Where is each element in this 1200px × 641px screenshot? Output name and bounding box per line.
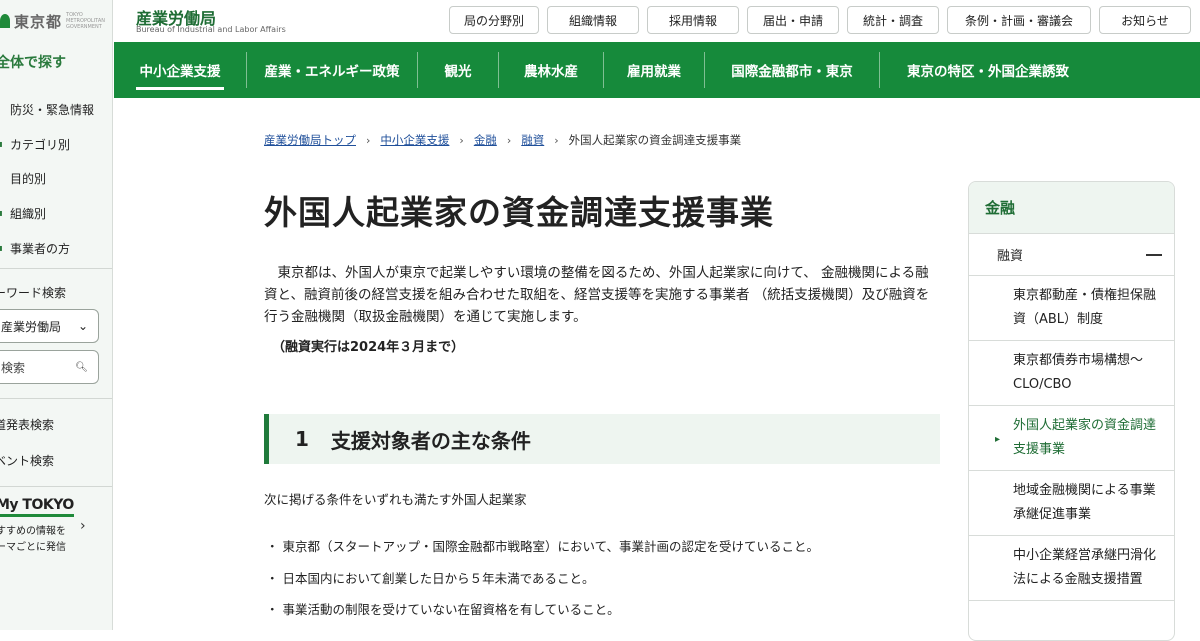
breadcrumb-link-finance[interactable]: 金融 (474, 132, 497, 148)
local-nav-list: 東京都動産・債権担保融資（ABL）制度 東京都債券市場構想～CLO/CBO 外国… (969, 276, 1174, 601)
warning-icon: ! (0, 104, 4, 115)
main-nav-tourism[interactable]: 観光 (418, 42, 498, 98)
chevron-right-icon: › (554, 133, 559, 147)
conditions-list: ・東京都（スタートアップ・国際金融都市戦略室）において、事業計画の認定を受けてい… (266, 536, 819, 631)
category-icon: ▪ (0, 139, 4, 150)
utility-nav-applications[interactable]: 届出・申請 (747, 6, 839, 34)
utility-nav-ordinances[interactable]: 条例・計画・審議会 (947, 6, 1091, 34)
chevron-right-icon[interactable]: › (80, 518, 86, 534)
tokyo-logo-subtext: TOKYO METROPOLITAN GOVERNMENT (66, 12, 105, 30)
mytokyo-description: すすめの情報を ーマごとに発信 (0, 526, 66, 553)
utility-nav-statistics[interactable]: 統計・調査 (847, 6, 939, 34)
mytokyo-title[interactable]: My TOKYO (0, 497, 74, 517)
sidebar-section-title: 全体で探す (0, 55, 66, 71)
utility-nav-fields[interactable]: 局の分野別 (449, 6, 539, 34)
local-nav-item-succession[interactable]: 地域金融機関による事業承継促進事業 (969, 471, 1174, 536)
keyword-search-label: ーワード検索 (0, 286, 67, 300)
local-nav-item-foreign-entrepreneur[interactable]: 外国人起業家の資金調達支援事業 (969, 406, 1174, 471)
main-nav-financial-city[interactable]: 国際金融都市・東京 (705, 42, 879, 98)
sidebar-item-purpose[interactable]: 目的別 (0, 162, 94, 197)
tokyo-logo-icon (0, 14, 10, 28)
org-icon: ▪ (0, 208, 4, 219)
breadcrumb-link-sme[interactable]: 中小企業支援 (380, 132, 449, 148)
event-search-link[interactable]: ベント検索 (0, 452, 54, 469)
section-heading: 1 支援対象者の主な条件 (264, 414, 940, 464)
utility-nav: 局の分野別 組織情報 採用情報 届出・申請 統計・調査 条例・計画・審議会 お知… (449, 6, 1191, 34)
local-nav-subheading[interactable]: 融資 (969, 234, 1174, 276)
chevron-down-icon: ⌄ (77, 319, 88, 333)
sidebar-item-disaster[interactable]: !防災・緊急情報 (0, 92, 94, 127)
lead-note: （融資実行は2024年３月まで） (272, 340, 465, 355)
breadcrumb-current: 外国人起業家の資金調達支援事業 (568, 133, 742, 147)
breadcrumb-link-top[interactable]: 産業労働局トップ (264, 132, 356, 148)
main-nav-employment[interactable]: 雇用就業 (604, 42, 704, 98)
conditions-intro: 次に掲げる条件をいずれも満たす外国人起業家 (264, 492, 527, 507)
sidebar-divider (0, 398, 112, 399)
bureau-select[interactable]: 産業労働局 ⌄ (0, 309, 99, 343)
main-nav-energy-policy[interactable]: 産業・エネルギー政策 (247, 42, 417, 98)
main-nav: 中小企業支援 産業・エネルギー政策 観光 農林水産 雇用就業 国際金融都市・東京… (114, 42, 1200, 98)
local-nav-item-succession-law[interactable]: 中小企業経営承継円滑化法による金融支援措置 (969, 536, 1174, 601)
bullet-icon: ・ (266, 570, 279, 586)
search-icon: 🔍︎ (75, 361, 88, 373)
utility-nav-news[interactable]: お知らせ (1099, 6, 1191, 34)
chevron-right-icon: › (506, 133, 512, 147)
lead-paragraph: 東京都は、外国人が東京で起業しやすい環境の整備を図るため、外国人起業家に向けて、… (264, 265, 930, 325)
bullet-icon: ・ (266, 602, 279, 617)
chevron-right-icon: › (366, 133, 371, 147)
sidebar-item-category[interactable]: ▪カテゴリ別 (0, 127, 94, 162)
breadcrumb-link-loans[interactable]: 融資 (521, 132, 544, 148)
tokyo-logo-text: 東京都 (14, 12, 63, 31)
local-nav-heading[interactable]: 金融 (969, 182, 1174, 234)
sidebar-item-organization[interactable]: ▪組織別 (0, 196, 94, 231)
section-title: 支援対象者の主な条件 (330, 428, 531, 453)
sidebar-item-business[interactable]: ▪事業者の方 (0, 231, 94, 266)
left-sidebar: 東京都 TOKYO METROPOLITAN GOVERNMENT 全体で探す … (0, 0, 113, 630)
chevron-right-icon: › (459, 133, 464, 147)
sidebar-nav: !防災・緊急情報 ▪カテゴリ別 目的別 ▪組織別 ▪事業者の方 (0, 92, 94, 266)
list-item: ・東京都（スタートアップ・国際金融都市戦略室）において、事業計画の認定を受けてい… (266, 536, 819, 568)
local-nav-item-abl[interactable]: 東京都動産・債権担保融資（ABL）制度 (969, 276, 1174, 341)
press-release-search-link[interactable]: 道発表検索 (0, 416, 54, 433)
search-input[interactable]: 検索 🔍︎ (0, 350, 99, 384)
page-title: 外国人起業家の資金調達支援事業 (264, 193, 774, 232)
tokyo-logo[interactable]: 東京都 TOKYO METROPOLITAN GOVERNMENT (0, 8, 105, 34)
local-nav-panel: 金融 融資 東京都動産・債権担保融資（ABL）制度 東京都債券市場構想～CLO/… (968, 181, 1175, 641)
list-item: ・日本国内において創業した日から５年未満であること。 (266, 568, 819, 600)
utility-nav-organization[interactable]: 組織情報 (547, 6, 639, 34)
local-nav-item-clo-cbo[interactable]: 東京都債券市場構想～CLO/CBO (969, 341, 1174, 406)
collapse-icon (1146, 253, 1162, 256)
bureau-name-english: Bureau of Industrial and Labor Affairs (136, 25, 286, 34)
list-item: ・事業活動の制限を受けていない在留資格を有していること。 (266, 599, 819, 631)
bullet-icon: ・ (266, 539, 279, 554)
site-header: 産業労働局 Bureau of Industrial and Labor Aff… (114, 0, 1200, 42)
section-number: 1 (295, 427, 309, 451)
main-nav-sme-support[interactable]: 中小企業支援 (114, 42, 246, 98)
sidebar-divider (0, 486, 112, 487)
breadcrumb: 産業労働局トップ › 中小企業支援 › 金融 › 融資 › 外国人起業家の資金調… (264, 132, 741, 148)
sidebar-divider (0, 268, 112, 269)
utility-nav-recruitment[interactable]: 採用情報 (647, 6, 739, 34)
business-icon: ▪ (0, 243, 4, 254)
main-nav-agriculture[interactable]: 農林水産 (499, 42, 603, 98)
main-nav-special-zones[interactable]: 東京の特区・外国企業誘致 (880, 42, 1096, 98)
